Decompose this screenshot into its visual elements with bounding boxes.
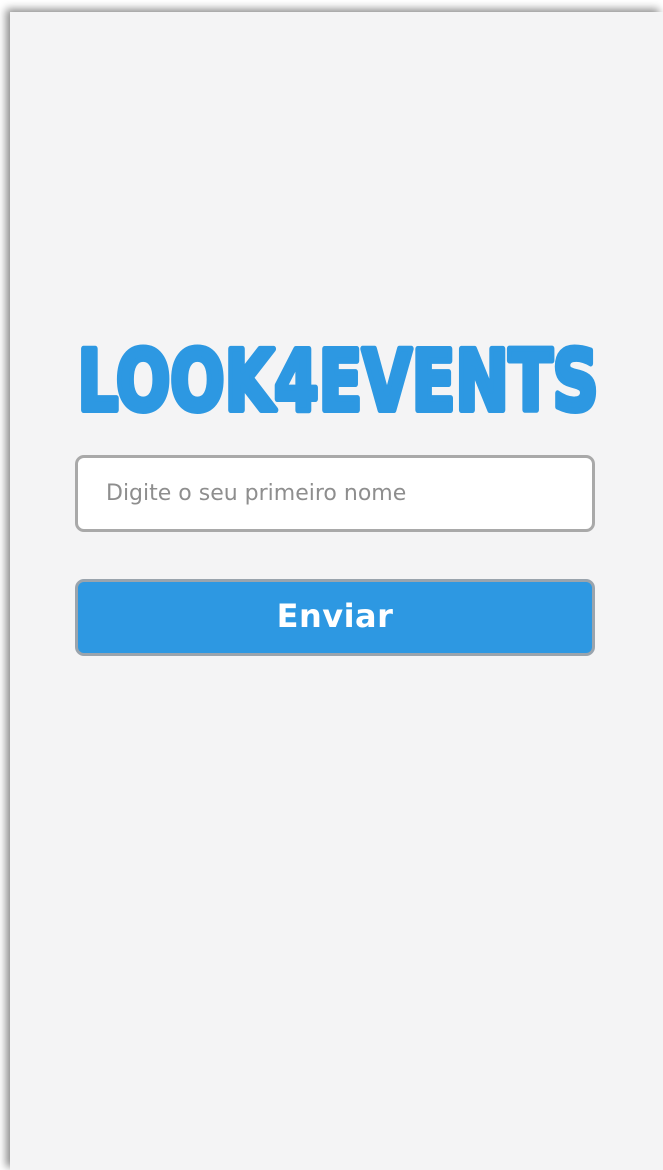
first-name-input[interactable] <box>75 455 595 532</box>
app-frame: LOOK4EVENTS Enviar <box>0 0 663 1170</box>
submit-button[interactable]: Enviar <box>75 579 595 656</box>
logo-wordmark: LOOK4EVENTS <box>75 330 602 418</box>
app-screen: LOOK4EVENTS Enviar <box>10 12 663 1170</box>
app-logo: LOOK4EVENTS <box>75 330 602 418</box>
logo-text: LOOK4EVENTS <box>78 332 599 418</box>
